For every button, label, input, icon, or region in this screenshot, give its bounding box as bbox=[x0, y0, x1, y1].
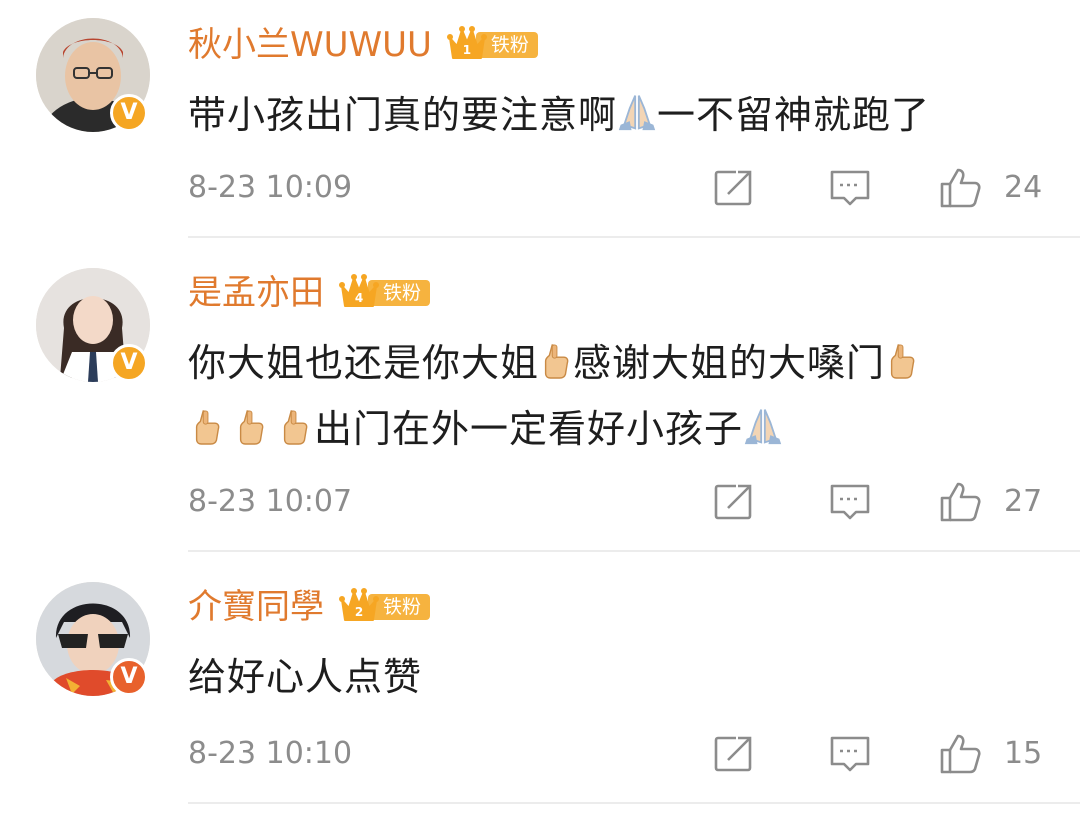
comment-text-part: 一不留神就跑了 bbox=[657, 93, 931, 137]
divider bbox=[188, 802, 1080, 804]
username[interactable]: 秋小兰WUWUU bbox=[188, 20, 432, 70]
like-count[interactable]: 15 bbox=[1004, 734, 1042, 774]
share-icon[interactable] bbox=[712, 732, 756, 776]
thumbs-up-emoji-icon bbox=[234, 408, 268, 446]
like-count[interactable]: 24 bbox=[1004, 168, 1042, 208]
verified-badge-icon: V bbox=[110, 344, 148, 382]
comment-text-part: 感谢大姐的大嗓门 bbox=[573, 341, 886, 385]
comment-text-part: 带小孩出门真的要注意啊 bbox=[188, 93, 618, 137]
thumbs-up-emoji-icon bbox=[885, 342, 919, 380]
comment-text: 你大姐也还是你大姐 感谢大姐的大嗓门 出门在外一定看好小孩子 bbox=[188, 330, 1058, 462]
comment-icon[interactable] bbox=[828, 166, 872, 210]
verified-badge-icon: V bbox=[110, 94, 148, 132]
timestamp: 8-23 10:10 bbox=[188, 736, 353, 771]
fan-level: 4 bbox=[354, 291, 364, 305]
comment-item: V 是孟亦田 铁粉 4 你大姐也还是你大姐 感谢大姐的大嗓门 出门在外一定看好小孩… bbox=[0, 238, 1080, 552]
comment-text-part: 给好心人点赞 bbox=[188, 655, 423, 699]
share-icon[interactable] bbox=[712, 166, 756, 210]
username[interactable]: 是孟亦田 bbox=[188, 268, 324, 318]
folded-hands-icon bbox=[743, 406, 783, 446]
verified-badge-icon: V bbox=[110, 658, 148, 696]
comment-text-part: 你大姐也还是你大姐 bbox=[188, 341, 540, 385]
fan-level: 2 bbox=[354, 605, 364, 619]
thumbs-up-emoji-icon bbox=[190, 408, 224, 446]
fan-level: 1 bbox=[462, 43, 472, 57]
comment-text-part: 出门在外一定看好小孩子 bbox=[314, 407, 744, 451]
like-count[interactable]: 27 bbox=[1004, 482, 1042, 522]
share-icon[interactable] bbox=[712, 480, 756, 524]
comment-text: 给好心人点赞 bbox=[188, 644, 1058, 710]
thumbs-up-icon[interactable] bbox=[938, 480, 982, 524]
thumbs-up-emoji-icon bbox=[278, 408, 312, 446]
timestamp: 8-23 10:09 bbox=[188, 170, 353, 205]
timestamp: 8-23 10:07 bbox=[188, 484, 353, 519]
comment-icon[interactable] bbox=[828, 480, 872, 524]
thumbs-up-icon[interactable] bbox=[938, 166, 982, 210]
fan-badge[interactable]: 铁粉 2 bbox=[338, 586, 434, 628]
username[interactable]: 介寶同學 bbox=[188, 582, 324, 632]
fan-badge[interactable]: 铁粉 1 bbox=[446, 24, 542, 66]
folded-hands-icon bbox=[617, 92, 657, 132]
fan-badge[interactable]: 铁粉 4 bbox=[338, 272, 434, 314]
thumbs-up-emoji-icon bbox=[539, 342, 573, 380]
thumbs-up-icon[interactable] bbox=[938, 732, 982, 776]
comment-item: V 介寶同學 铁粉 2 给好心人点赞 8-23 10:10 15 bbox=[0, 552, 1080, 824]
comment-text: 带小孩出门真的要注意啊 一不留神就跑了 bbox=[188, 82, 1058, 148]
comment-icon[interactable] bbox=[828, 732, 872, 776]
comment-item: V 秋小兰WUWUU 铁粉 1 带小孩出门真的要注意啊 一不留神就跑了 8-23 … bbox=[0, 0, 1080, 238]
